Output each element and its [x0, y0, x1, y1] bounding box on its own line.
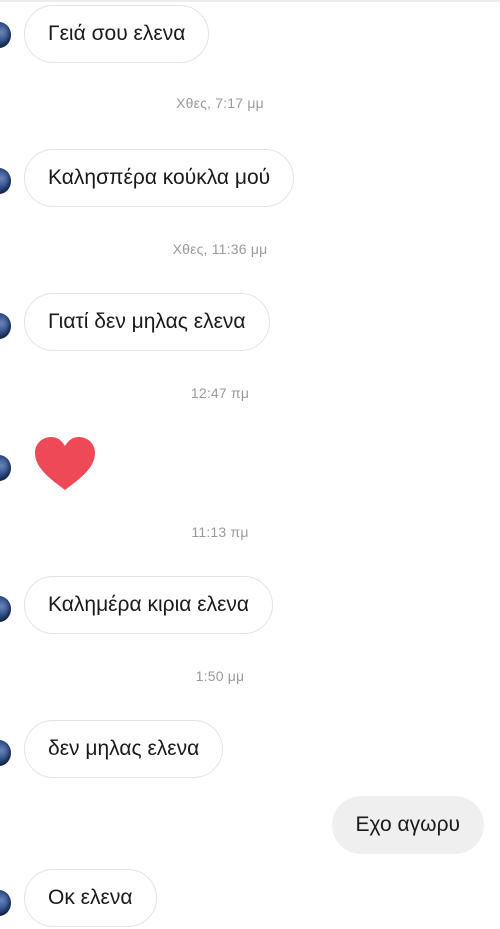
incoming-message[interactable]: δεν μηλας ελενα	[24, 720, 224, 778]
timestamp: 12:47 πμ	[190, 385, 250, 401]
top-divider	[0, 0, 500, 2]
avatar[interactable]	[0, 890, 11, 916]
timestamp: 11:13 πμ	[191, 524, 249, 540]
incoming-message[interactable]: Καλησπέρα κούκλα μού	[24, 149, 295, 207]
incoming-message[interactable]: Καλημέρα κιρια ελενα	[24, 576, 274, 634]
outgoing-message[interactable]: Εχο αγωρυ	[331, 796, 484, 854]
avatar[interactable]	[0, 455, 11, 481]
incoming-message[interactable]: Γειά σου ελενα	[24, 5, 210, 63]
heart-shape	[35, 437, 95, 490]
avatar[interactable]	[0, 740, 11, 766]
incoming-message[interactable]: Γιατί δεν μηλας ελενα	[24, 293, 270, 351]
incoming-message[interactable]: Οκ ελενα	[24, 869, 157, 927]
avatar[interactable]	[0, 168, 11, 194]
timestamp: 1:50 μμ	[195, 668, 245, 684]
timestamp: Χθες, 11:36 μμ	[172, 241, 268, 257]
heart-icon[interactable]	[34, 436, 96, 492]
avatar[interactable]	[0, 596, 11, 622]
avatar[interactable]	[0, 22, 11, 48]
timestamp: Χθες, 7:17 μμ	[176, 95, 264, 111]
avatar[interactable]	[0, 313, 11, 339]
